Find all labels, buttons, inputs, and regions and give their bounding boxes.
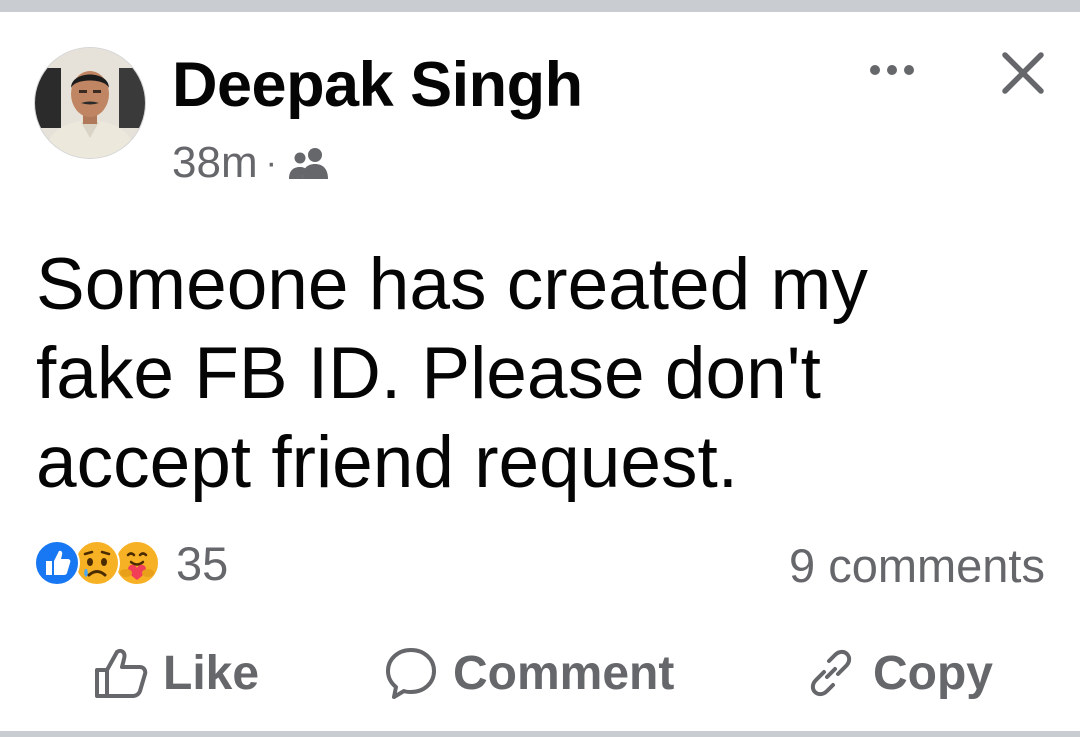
more-options-icon <box>870 65 914 75</box>
copy-button[interactable]: Copy <box>803 638 993 708</box>
comment-button[interactable]: Comment <box>383 638 674 708</box>
author-avatar[interactable] <box>35 48 145 158</box>
reactions-summary[interactable]: 35 <box>34 537 228 590</box>
like-icon <box>95 648 148 698</box>
close-button[interactable] <box>995 45 1051 101</box>
top-divider <box>0 0 1080 12</box>
care-reaction-icon <box>114 540 160 586</box>
friends-audience-icon[interactable] <box>287 146 333 180</box>
meta-separator: · <box>265 143 277 182</box>
bottom-divider <box>0 731 1080 737</box>
action-bar: Like Comment Copy <box>0 638 1080 708</box>
comment-label: Comment <box>453 646 675 700</box>
reaction-count: 35 <box>176 536 229 590</box>
link-icon <box>810 649 852 697</box>
post-meta: 38m · <box>172 138 333 188</box>
post-text: Someone has created my fake FB ID. Pleas… <box>36 244 868 503</box>
like-label: Like <box>163 646 260 700</box>
like-button[interactable]: Like <box>93 638 259 708</box>
more-options-button[interactable] <box>862 52 922 88</box>
copy-label: Copy <box>873 646 993 700</box>
sad-reaction-icon <box>74 540 120 586</box>
post-time[interactable]: 38m <box>172 138 258 188</box>
close-icon <box>1002 52 1044 94</box>
comments-count[interactable]: 9 comments <box>789 538 1045 593</box>
like-reaction-icon <box>34 540 80 586</box>
comment-icon <box>386 648 436 699</box>
reaction-icons <box>34 540 174 586</box>
author-name[interactable]: Deepak Singh <box>172 50 583 120</box>
